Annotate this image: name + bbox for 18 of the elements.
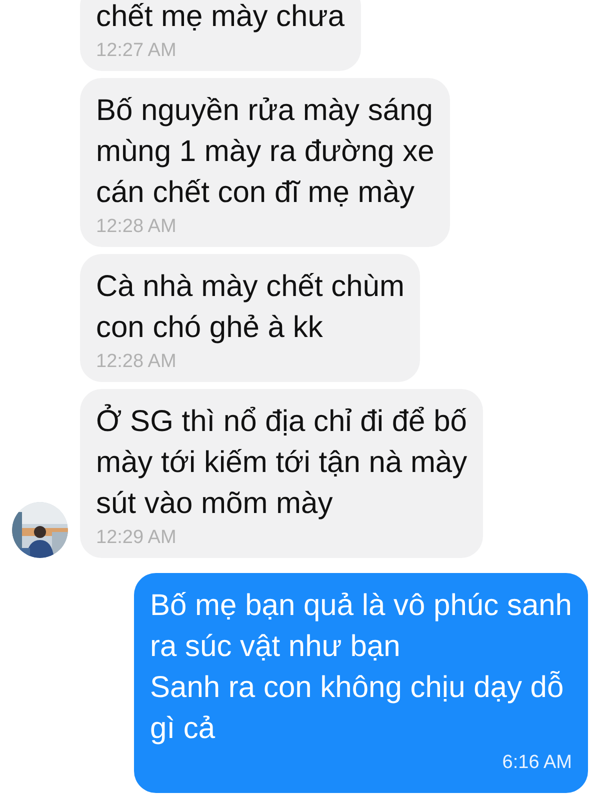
message-text: cán chết con đĩ mẹ mày <box>96 175 416 211</box>
message-text: gì cả <box>150 711 216 747</box>
message-time: 12:28 AM <box>96 351 176 372</box>
message-text: con chó ghẻ à kk <box>96 310 324 346</box>
message-text: chết mẹ mày chưa <box>96 0 345 35</box>
message-text: mùng 1 mày ra đường xe <box>96 134 434 170</box>
message-time: 12:28 AM <box>96 216 176 237</box>
message-text: sút vào mõm mày <box>96 486 334 522</box>
message-text: Sanh ra con không chịu dạy dỗ <box>150 670 565 706</box>
message-text: Cà nhà mày chết chùm <box>96 269 404 305</box>
message-text: Bố nguyền rửa mày sáng <box>96 93 434 129</box>
message-time: 6:16 AM <box>502 752 572 773</box>
message-text: mày tới kiếm tới tận nà mày <box>96 445 468 481</box>
message-text: ra súc vật như bạn <box>150 629 402 665</box>
message-text: Bố mẹ bạn quả là vô phúc sanh <box>150 588 572 624</box>
message-text: Ở SG thì nổ địa chỉ đi để bố <box>96 403 468 440</box>
message-time: 12:29 AM <box>96 527 176 548</box>
message-time: 12:27 AM <box>96 40 176 61</box>
